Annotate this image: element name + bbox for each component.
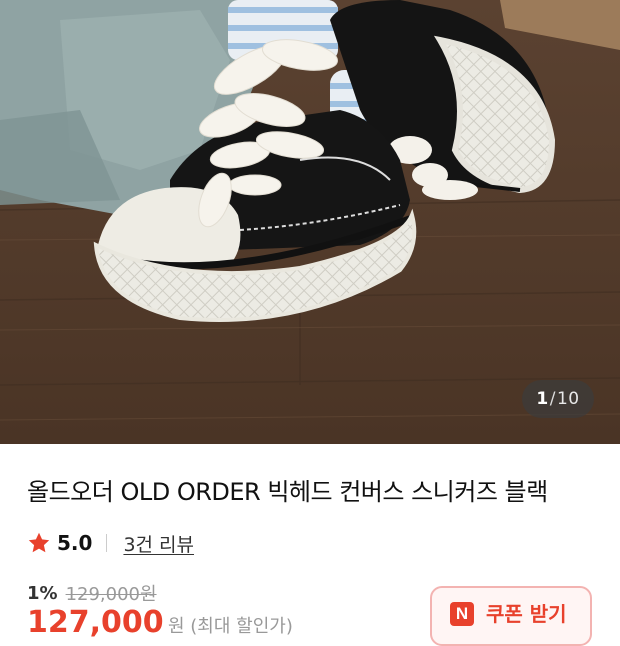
price-row: 1% 129,000원 bbox=[27, 578, 157, 608]
discount-rate: 1% bbox=[27, 582, 58, 604]
product-image[interactable]: 1 / 10 bbox=[0, 0, 620, 444]
star-icon bbox=[28, 532, 50, 553]
review-count-link[interactable]: 3건 리뷰 bbox=[123, 530, 194, 557]
image-counter-total: 10 bbox=[556, 389, 580, 409]
image-counter-separator: / bbox=[549, 389, 556, 409]
image-counter: 1 / 10 bbox=[522, 380, 594, 418]
sale-price-note: 원 (최대 할인가) bbox=[168, 616, 293, 637]
coupon-download-button[interactable]: N 쿠폰 받기 bbox=[430, 586, 592, 646]
rating-row: 5.0 3건 리뷰 bbox=[27, 528, 194, 558]
coupon-button-label: 쿠폰 받기 bbox=[486, 602, 567, 626]
product-photo bbox=[0, 0, 620, 444]
product-title: 올드오더 OLD ORDER 빅헤드 컨버스 스니커즈 블랙 bbox=[27, 478, 548, 506]
rating-value: 5.0 bbox=[57, 531, 93, 555]
naver-logo-icon: N bbox=[450, 602, 474, 626]
rating-divider bbox=[106, 534, 108, 552]
sale-price: 127,000 bbox=[27, 605, 164, 640]
image-counter-current: 1 bbox=[536, 389, 549, 409]
original-price: 129,000원 bbox=[65, 584, 157, 605]
